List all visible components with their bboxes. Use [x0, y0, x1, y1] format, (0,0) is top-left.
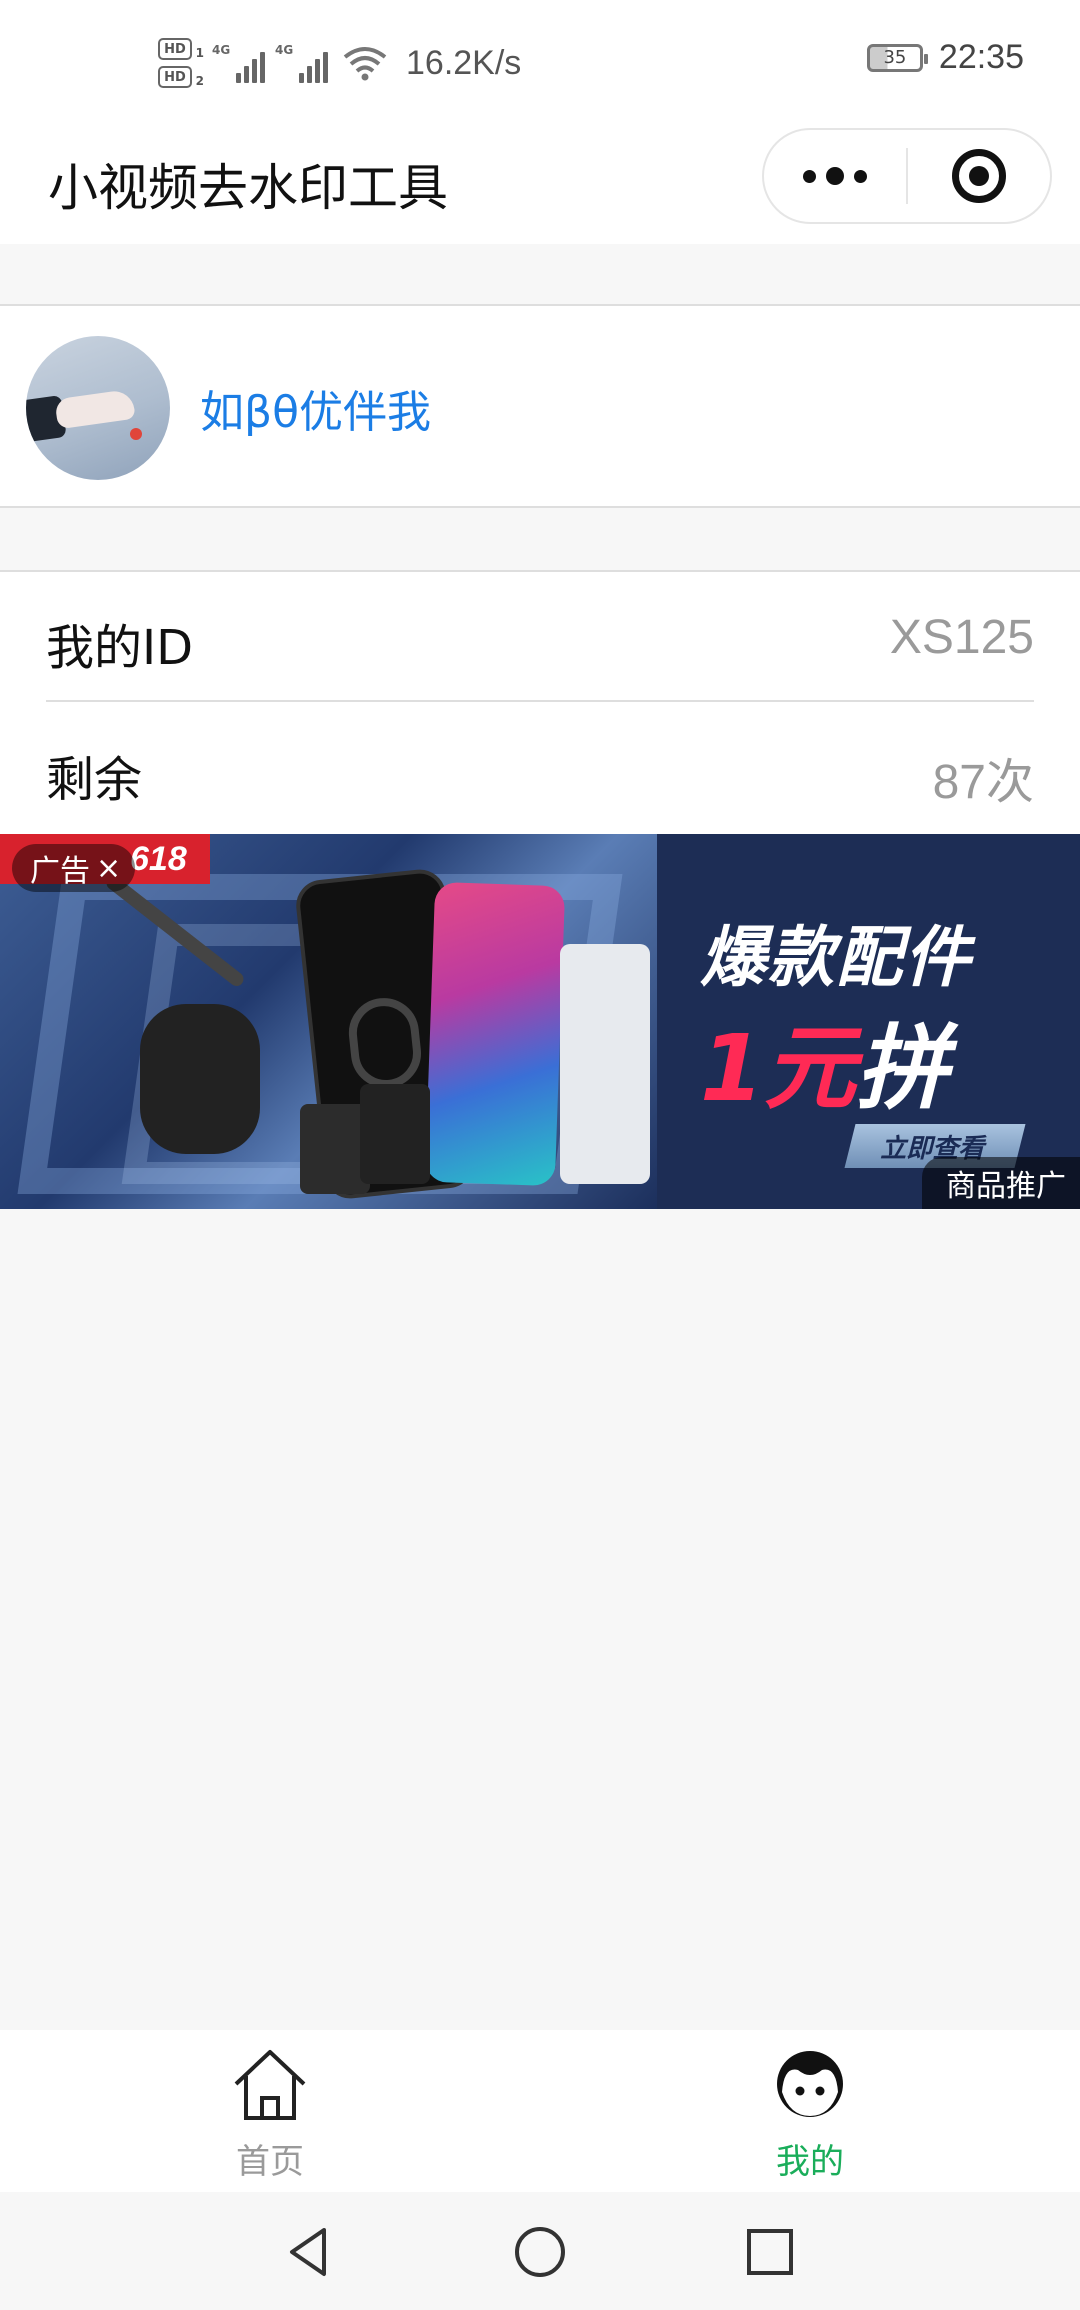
tab-home[interactable]: 首页: [170, 2044, 370, 2184]
hd-indicators: HD 1 HD 2: [158, 38, 204, 88]
system-nav-bar: [0, 2192, 1080, 2310]
recent-apps-icon[interactable]: [740, 2222, 800, 2282]
tab-bar: 首页 我的: [0, 2030, 1080, 2192]
info-row-remaining: 剩余 87次: [46, 704, 1034, 834]
close-button[interactable]: [908, 130, 1050, 222]
wifi-icon: [343, 47, 387, 81]
home-circle-icon[interactable]: [510, 2222, 570, 2282]
info-row-id: 我的ID XS125: [46, 572, 1034, 702]
hd2-sub: 2: [195, 74, 204, 88]
car-mount-image: [140, 1004, 260, 1154]
nav-bar: 小视频去水印工具: [0, 122, 1080, 244]
ad-close-tag[interactable]: 广告 ×: [12, 844, 136, 892]
avatar[interactable]: [26, 336, 170, 480]
miniprogram-capsule: [762, 128, 1052, 224]
more-icon-dot: [854, 169, 867, 183]
powerbank-image: [560, 944, 650, 1184]
page-title: 小视频去水印工具: [48, 159, 448, 217]
tab-mine-label: 我的: [776, 2142, 844, 2182]
info-label: 剩余: [46, 752, 143, 808]
close-icon: ×: [96, 850, 122, 886]
ad-promo-label: 商品推广: [922, 1157, 1080, 1209]
ad-price-red: 1元: [700, 1015, 857, 1122]
target-icon: [951, 149, 1006, 203]
hd2-text: HD: [164, 69, 186, 85]
info-value: XS125: [889, 611, 1034, 664]
battery-level: 35: [883, 47, 907, 68]
ad-price: 1元拼: [700, 994, 948, 1127]
network-speed: 16.2K/s: [406, 43, 522, 82]
info-list: 我的ID XS125 剩余 87次: [0, 570, 1080, 834]
profile-card: 如βθ优伴我: [0, 304, 1080, 508]
hd1-text: HD: [164, 41, 186, 57]
ad-banner[interactable]: 618 广告 × 爆款配件 1元拼 立即查看 商品推广: [0, 834, 1080, 1209]
net2-label: 4G: [275, 43, 294, 57]
home-icon: [234, 2050, 306, 2120]
more-icon: [803, 169, 816, 183]
signal-icon: 4G: [212, 43, 265, 83]
signal-icon: 4G: [275, 43, 328, 83]
info-value: 87次: [932, 756, 1034, 809]
face-icon: [777, 2051, 843, 2117]
tab-mine[interactable]: 我的: [710, 2044, 910, 2184]
clock: 22:35: [938, 38, 1024, 76]
status-left: HD 1 HD 2 4G 4G 16.2K/s: [158, 28, 521, 98]
tab-home-label: 首页: [236, 2142, 304, 2182]
net1-label: 4G: [212, 43, 231, 57]
phone-screen-image: [424, 881, 566, 1187]
ad-price-white: 拼: [856, 1015, 949, 1122]
more-button[interactable]: [764, 130, 906, 222]
hd2-badge: HD 2: [158, 66, 204, 88]
ad-label: 广告: [30, 854, 90, 889]
battery-icon: 35: [866, 43, 928, 72]
status-bar: HD 1 HD 2 4G 4G 16.2K/s 35 22:35: [0, 0, 1080, 122]
hd1-sub: 1: [195, 46, 204, 60]
more-icon-dot: [826, 167, 844, 185]
status-right: 35 22:35: [866, 38, 1024, 77]
back-icon[interactable]: [280, 2222, 340, 2282]
hd1-badge: HD 1: [158, 38, 204, 60]
info-label: 我的ID: [46, 620, 194, 676]
ad-headline: 爆款配件: [700, 919, 972, 996]
user-nickname: 如βθ优伴我: [200, 387, 431, 438]
